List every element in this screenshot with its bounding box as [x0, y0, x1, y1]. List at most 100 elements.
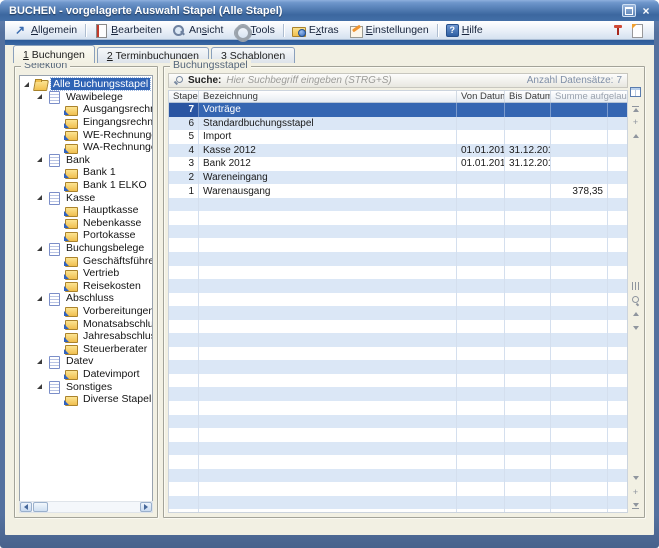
page-up-icon[interactable]: [630, 309, 641, 319]
tree-item-bank[interactable]: Bank: [20, 154, 152, 167]
append-record-icon[interactable]: +: [630, 117, 641, 127]
tree-item-diverse-stapel[interactable]: Diverse Stapel: [20, 393, 152, 406]
table-row[interactable]: 6Standardbuchungsstapel: [169, 117, 627, 131]
column-header-von-datum[interactable]: Von Datum: [457, 91, 505, 102]
table-row-empty[interactable]: [169, 238, 627, 252]
toolbar-button-einstellungen[interactable]: Einstellungen: [344, 23, 434, 38]
tree-item-jahresabschluss[interactable]: Jahresabschluss: [20, 330, 152, 343]
table-row-empty[interactable]: [169, 333, 627, 347]
tree-item-we-rechnungen-ohne-wawi[interactable]: WE-Rechnungen ohne Wawi: [20, 128, 152, 141]
toolbar-button-allgemein[interactable]: Allgemein: [9, 23, 82, 38]
table-row-empty[interactable]: [169, 415, 627, 429]
tree-item-alle-buchungsstapel[interactable]: Alle Buchungsstapel: [20, 78, 152, 91]
column-header-summe[interactable]: Summe aufgelaufen: [551, 91, 627, 102]
table-header[interactable]: Stapel Bezeichnung Von Datum Bis Datum S…: [169, 91, 627, 103]
note-icon[interactable]: [631, 24, 642, 37]
tree-expander-icon[interactable]: [37, 246, 42, 251]
tree-expander-icon[interactable]: [37, 296, 42, 301]
table-row[interactable]: 7Vorträge: [169, 103, 627, 117]
table-row-empty[interactable]: [169, 428, 627, 442]
tree-item-gesch-ftsf-hrer[interactable]: Geschäftsführer: [20, 254, 152, 267]
table-row-empty[interactable]: [169, 442, 627, 456]
tab-buchungen[interactable]: 1 Buchungen: [13, 45, 95, 63]
cell-stapel: [169, 225, 199, 239]
table-row[interactable]: 1Warenausgang378,35: [169, 184, 627, 198]
tree-item-portokasse[interactable]: Portokasse: [20, 229, 152, 242]
table-row[interactable]: 3Bank 201201.01.201231.12.2012: [169, 157, 627, 171]
tree-item-nebenkasse[interactable]: Nebenkasse: [20, 217, 152, 230]
insert-record-icon[interactable]: +: [630, 487, 641, 497]
tree-item-sonstiges[interactable]: Sonstiges: [20, 380, 152, 393]
table-row[interactable]: 4Kasse 201201.01.201231.12.2012: [169, 144, 627, 158]
table-row-empty[interactable]: [169, 347, 627, 361]
tree-item-monatsabschluss[interactable]: Monatsabschluss: [20, 317, 152, 330]
page-down-icon[interactable]: [630, 323, 641, 333]
column-header-stapel[interactable]: Stapel: [169, 91, 199, 102]
scroll-right-button[interactable]: [140, 502, 152, 512]
last-record-icon[interactable]: [630, 501, 641, 511]
tree-item-eingangsrechnungen[interactable]: Eingangsrechnungen: [20, 116, 152, 129]
toolbar-button-hilfe[interactable]: Hilfe: [441, 23, 488, 38]
tree-expander-icon[interactable]: [24, 82, 29, 87]
table-row-empty[interactable]: [169, 293, 627, 307]
scroll-left-button[interactable]: [20, 502, 32, 512]
close-button[interactable]: ×: [639, 4, 653, 17]
table-row-empty[interactable]: [169, 211, 627, 225]
next-record-icon[interactable]: [630, 473, 641, 483]
tree-item-datev[interactable]: Datev: [20, 355, 152, 368]
pin-icon[interactable]: [612, 24, 623, 37]
toolbar-button-ansicht[interactable]: Ansicht: [167, 23, 228, 38]
tree-item-bank-1[interactable]: Bank 1: [20, 166, 152, 179]
table-row-empty[interactable]: [169, 469, 627, 483]
tree-item-wawibelege[interactable]: Wawibelege: [20, 91, 152, 104]
tree-item-vorbereitungen[interactable]: Vorbereitungen: [20, 305, 152, 318]
table-row[interactable]: 5Import: [169, 130, 627, 144]
tree-item-kasse[interactable]: Kasse: [20, 191, 152, 204]
tree-horizontal-scrollbar[interactable]: [19, 501, 153, 513]
table-row-empty[interactable]: [169, 374, 627, 388]
column-header-bis-datum[interactable]: Bis Datum: [505, 91, 551, 102]
tree-item-ausgangsrechnungen[interactable]: Ausgangsrechnungen: [20, 103, 152, 116]
table-row-empty[interactable]: [169, 509, 627, 513]
tree-item-buchungsbelege[interactable]: Buchungsbelege: [20, 242, 152, 255]
scrollbar-thumb[interactable]: [33, 502, 48, 512]
column-header-bezeichnung[interactable]: Bezeichnung: [199, 91, 457, 102]
column-chooser-icon[interactable]: [630, 87, 641, 97]
tree-item-abschluss[interactable]: Abschluss: [20, 292, 152, 305]
table-row-empty[interactable]: [169, 306, 627, 320]
toolbar-button-bearbeiten[interactable]: Bearbeiten: [89, 23, 167, 38]
table-row-empty[interactable]: [169, 360, 627, 374]
table-row-empty[interactable]: [169, 455, 627, 469]
table-row-empty[interactable]: [169, 387, 627, 401]
table-row-empty[interactable]: [169, 482, 627, 496]
fit-columns-icon[interactable]: [630, 281, 641, 291]
tree-item-reisekosten[interactable]: Reisekosten: [20, 280, 152, 293]
tree-expander-icon[interactable]: [37, 195, 42, 200]
tree-item-vertrieb[interactable]: Vertrieb: [20, 267, 152, 280]
tree-item-hauptkasse[interactable]: Hauptkasse: [20, 204, 152, 217]
table-row-empty[interactable]: [169, 252, 627, 266]
table-row-empty[interactable]: [169, 198, 627, 212]
maximize-button[interactable]: [622, 4, 636, 17]
tree-item-wa-rechnungen-ohne-wawi[interactable]: WA-Rechnungen ohne Wawi: [20, 141, 152, 154]
table-row-empty[interactable]: [169, 225, 627, 239]
table-row-empty[interactable]: [169, 496, 627, 510]
tree-item-bank-1-elko[interactable]: Bank 1 ELKO: [20, 179, 152, 192]
table-row-empty[interactable]: [169, 401, 627, 415]
tree-expander-icon[interactable]: [37, 384, 42, 389]
tree-item-datevimport[interactable]: Datevimport: [20, 368, 152, 381]
toolbar-button-tools[interactable]: Tools: [228, 23, 280, 38]
toolbar-button-extras[interactable]: Extras: [287, 23, 344, 38]
table-row-empty[interactable]: [169, 279, 627, 293]
tree-item-steuerberater[interactable]: Steuerberater: [20, 342, 152, 355]
table-row-empty[interactable]: [169, 320, 627, 334]
previous-record-icon[interactable]: [630, 131, 641, 141]
first-record-icon[interactable]: [630, 103, 641, 113]
tree-expander-icon[interactable]: [37, 94, 42, 99]
table-row[interactable]: 2Wareneingang: [169, 171, 627, 185]
search-record-icon[interactable]: [630, 295, 641, 305]
tree-expander-icon[interactable]: [37, 359, 42, 364]
tree-expander-icon[interactable]: [37, 157, 42, 162]
table-row-empty[interactable]: [169, 266, 627, 280]
search-bar[interactable]: Suche: Hier Suchbegriff eingeben (STRG+S…: [168, 73, 628, 88]
